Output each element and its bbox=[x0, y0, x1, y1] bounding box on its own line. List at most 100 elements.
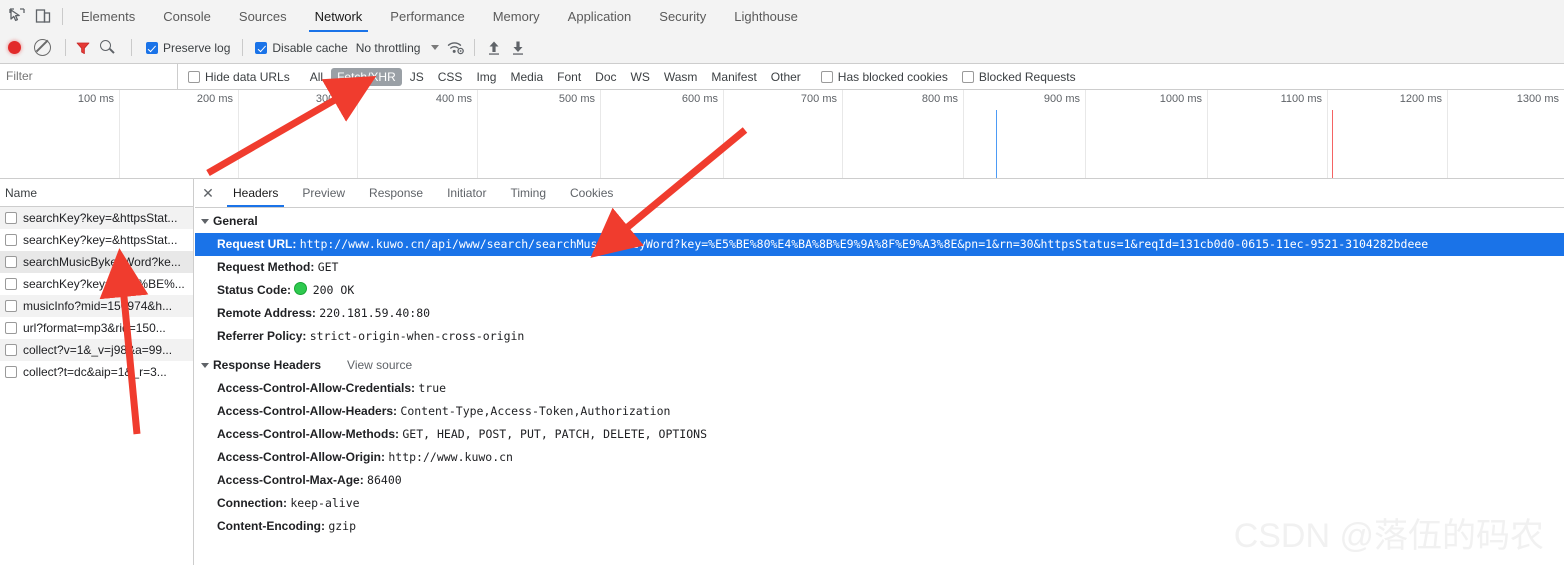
preserve-log-label: Preserve log bbox=[163, 40, 231, 55]
chevron-down-icon[interactable] bbox=[201, 218, 209, 224]
list-item[interactable]: searchKey?key=&httpsStat... bbox=[0, 229, 193, 251]
request-row-checkbox[interactable] bbox=[5, 278, 17, 290]
request-method-key: Request Method: bbox=[217, 260, 315, 274]
download-arrow-icon[interactable] bbox=[511, 40, 525, 56]
request-method-value: GET bbox=[317, 260, 339, 274]
referrer-policy-value: strict-origin-when-cross-origin bbox=[309, 329, 525, 343]
filter-type-other[interactable]: Other bbox=[765, 68, 807, 86]
device-toolbar-icon[interactable] bbox=[34, 7, 52, 25]
tab-memory[interactable]: Memory bbox=[479, 0, 554, 32]
tab-response[interactable]: Response bbox=[357, 179, 435, 207]
overview-tick-label: 1000 ms bbox=[1159, 93, 1202, 105]
view-source-link[interactable]: View source bbox=[347, 358, 412, 372]
disable-cache-checkbox[interactable] bbox=[255, 41, 268, 54]
overview-tick-label: 800 ms bbox=[921, 93, 958, 105]
tab-headers[interactable]: Headers bbox=[221, 179, 290, 207]
blocked-requests-checkbox[interactable] bbox=[961, 70, 974, 83]
hide-data-urls-checkbox[interactable] bbox=[188, 70, 200, 83]
tab-sources[interactable]: Sources bbox=[225, 0, 301, 32]
request-list-column-header[interactable]: Name bbox=[0, 179, 193, 207]
list-item[interactable]: collect?v=1&_v=j98&a=99... bbox=[0, 339, 193, 361]
tab-preview[interactable]: Preview bbox=[290, 179, 357, 207]
blocked-requests-label: Blocked Requests bbox=[978, 69, 1076, 84]
network-timeline-overview[interactable]: 100 ms 200 ms 300 ms 400 ms 500 ms 600 m… bbox=[0, 90, 1564, 179]
overview-tick-label: 500 ms bbox=[558, 93, 595, 105]
disable-cache-control[interactable]: Disable cache bbox=[255, 41, 348, 55]
general-section-header[interactable]: General bbox=[195, 208, 1564, 233]
hide-data-urls-control[interactable]: Hide data URLs bbox=[188, 70, 290, 84]
tab-application[interactable]: Application bbox=[554, 0, 646, 32]
tab-security[interactable]: Security bbox=[645, 0, 720, 32]
remote-address-key: Remote Address: bbox=[217, 306, 316, 320]
has-blocked-cookies-control[interactable]: Has blocked cookies bbox=[820, 70, 948, 84]
request-row-checkbox[interactable] bbox=[5, 300, 17, 312]
throttling-select[interactable]: No throttling bbox=[356, 41, 421, 55]
request-method-row: Request Method: GET bbox=[195, 256, 1564, 279]
header-value: true bbox=[418, 381, 447, 395]
list-item-selected[interactable]: searchMusicBykeyWord?ke... bbox=[0, 251, 193, 273]
filter-type-ws[interactable]: WS bbox=[625, 68, 656, 86]
filter-type-doc[interactable]: Doc bbox=[589, 68, 622, 86]
request-url-key: Request URL: bbox=[217, 237, 297, 251]
filter-type-all[interactable]: All bbox=[304, 68, 329, 86]
devtools-tool-icons bbox=[0, 0, 58, 32]
blocked-requests-control[interactable]: Blocked Requests bbox=[961, 69, 1076, 84]
filter-type-css[interactable]: CSS bbox=[432, 68, 469, 86]
filter-type-media[interactable]: Media bbox=[504, 68, 549, 86]
overview-tick-label: 200 ms bbox=[196, 93, 233, 105]
wifi-settings-icon[interactable] bbox=[447, 40, 465, 55]
search-icon[interactable] bbox=[100, 40, 115, 55]
tab-memory-label: Memory bbox=[492, 8, 540, 24]
tab-network[interactable]: Network bbox=[301, 0, 377, 32]
tab-lighthouse[interactable]: Lighthouse bbox=[720, 0, 812, 32]
chevron-down-icon[interactable] bbox=[201, 362, 209, 368]
inspect-element-icon[interactable] bbox=[8, 7, 26, 25]
overview-time-ruler: 100 ms 200 ms 300 ms 400 ms 500 ms 600 m… bbox=[0, 90, 1564, 115]
request-url-row[interactable]: Request URL: http://www.kuwo.cn/api/www/… bbox=[195, 233, 1564, 256]
request-row-checkbox[interactable] bbox=[5, 212, 17, 224]
overview-tick-label: 700 ms bbox=[800, 93, 837, 105]
devtools-window: Elements Console Sources Network Perform… bbox=[0, 0, 1564, 565]
list-item[interactable]: searchKey?key=%E5%BE%... bbox=[0, 273, 193, 295]
chevron-down-icon[interactable] bbox=[431, 45, 440, 50]
tab-timing[interactable]: Timing bbox=[498, 179, 558, 207]
clear-icon[interactable] bbox=[34, 39, 51, 56]
tab-elements[interactable]: Elements bbox=[67, 0, 149, 32]
filter-input[interactable] bbox=[0, 64, 178, 89]
request-row-checkbox[interactable] bbox=[5, 344, 17, 356]
overview-tick-label: 400 ms bbox=[435, 93, 472, 105]
request-row-checkbox[interactable] bbox=[5, 234, 17, 246]
tab-initiator[interactable]: Initiator bbox=[435, 179, 498, 207]
close-icon[interactable]: ✕ bbox=[195, 179, 221, 207]
has-blocked-cookies-checkbox[interactable] bbox=[820, 70, 833, 83]
filter-type-font[interactable]: Font bbox=[551, 68, 587, 86]
preserve-log-checkbox[interactable] bbox=[146, 41, 158, 54]
request-row-checkbox[interactable] bbox=[5, 256, 17, 268]
filter-icon[interactable] bbox=[76, 41, 90, 55]
preserve-log-control[interactable]: Preserve log bbox=[146, 41, 230, 55]
header-value: gzip bbox=[328, 519, 357, 533]
filter-type-manifest[interactable]: Manifest bbox=[705, 68, 762, 86]
overview-tick-label: 600 ms bbox=[681, 93, 718, 105]
request-row-checkbox[interactable] bbox=[5, 322, 17, 334]
header-key: Connection: bbox=[217, 496, 287, 510]
tab-console[interactable]: Console bbox=[149, 0, 225, 32]
list-item[interactable]: searchKey?key=&httpsStat... bbox=[0, 207, 193, 229]
response-headers-section-header[interactable]: Response Headers View source bbox=[195, 348, 1564, 377]
list-item[interactable]: url?format=mp3&rid=150... bbox=[0, 317, 193, 339]
list-item[interactable]: musicInfo?mid=150974&h... bbox=[0, 295, 193, 317]
request-row-checkbox[interactable] bbox=[5, 366, 17, 378]
filter-type-js[interactable]: JS bbox=[404, 68, 430, 86]
tab-performance[interactable]: Performance bbox=[376, 0, 478, 32]
header-row: Access-Control-Allow-Headers: Content-Ty… bbox=[195, 400, 1564, 423]
record-icon[interactable] bbox=[8, 41, 21, 54]
filter-type-wasm[interactable]: Wasm bbox=[658, 68, 704, 86]
tab-network-label: Network bbox=[314, 8, 363, 24]
resource-type-filters: Hide data URLs All Fetch/XHR JS CSS Img … bbox=[178, 67, 1090, 86]
list-item[interactable]: collect?t=dc&aip=1&_r=3... bbox=[0, 361, 193, 383]
filter-type-img[interactable]: Img bbox=[470, 68, 502, 86]
upload-arrow-icon[interactable] bbox=[487, 40, 501, 56]
filter-type-fetch-xhr[interactable]: Fetch/XHR bbox=[331, 67, 402, 86]
tab-security-label: Security bbox=[659, 8, 707, 24]
tab-cookies[interactable]: Cookies bbox=[558, 179, 625, 207]
